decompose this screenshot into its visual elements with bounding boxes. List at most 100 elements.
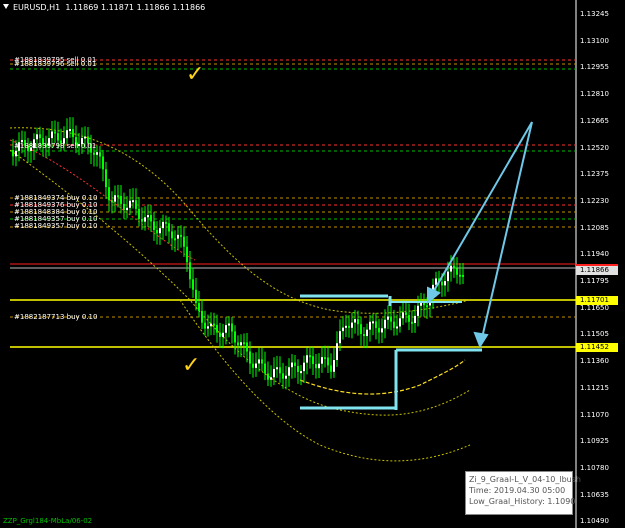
candle-body	[225, 325, 227, 333]
candle-body	[249, 351, 251, 364]
candle-body	[123, 203, 125, 211]
candle-body	[453, 265, 455, 269]
candle-body	[234, 331, 236, 343]
price-chart[interactable]	[0, 0, 625, 528]
candle-body	[387, 316, 389, 320]
candle-body	[192, 279, 194, 290]
chart-window[interactable]: EURUSD,H1 1.11869 1.11871 1.11866 1.1186…	[0, 0, 625, 528]
candle-body	[375, 321, 377, 328]
candle-body	[282, 373, 284, 379]
candle-body	[330, 365, 332, 372]
candle-body	[372, 321, 374, 324]
order-label[interactable]: #1881839796 sell 0.01	[14, 60, 96, 68]
candle-body	[111, 200, 113, 203]
price-axis-label: 1.10490	[580, 517, 609, 526]
candle-body	[288, 367, 290, 376]
candle-body	[390, 316, 392, 322]
candle-body	[204, 322, 206, 329]
candle-body	[135, 200, 137, 209]
candle-body	[219, 332, 221, 337]
chart-header: EURUSD,H1 1.11869 1.11871 1.11866 1.1186…	[3, 3, 205, 12]
candle-body	[405, 312, 407, 316]
order-label[interactable]: #1881839798 sell 0.01	[14, 142, 96, 150]
checkmark-icon: ✓	[182, 353, 201, 378]
candle-body	[186, 246, 188, 263]
candle-body	[216, 324, 218, 333]
candle-body	[105, 169, 107, 188]
candle-body	[69, 129, 71, 132]
candle-body	[285, 375, 287, 379]
candle-body	[159, 228, 161, 234]
chevron-down-icon[interactable]	[3, 4, 9, 9]
candle-body	[351, 322, 353, 328]
candle-body	[57, 133, 59, 141]
candle-body	[183, 236, 185, 247]
candle-body	[246, 342, 248, 352]
candle-body	[354, 319, 356, 323]
candle-body	[99, 152, 101, 157]
candle-body	[414, 315, 416, 324]
candle-body	[180, 234, 182, 237]
candle-body	[165, 221, 167, 224]
price-axis-label: 1.11360	[580, 357, 609, 366]
price-axis-label: 1.10780	[580, 463, 609, 472]
candle-body	[39, 134, 41, 139]
candle-body	[129, 200, 131, 208]
candle-body	[417, 305, 419, 316]
candle-body	[201, 310, 203, 323]
candle-body	[291, 362, 293, 368]
candle-body	[261, 359, 263, 364]
candle-body	[357, 319, 359, 325]
candle-body	[315, 364, 317, 369]
checkmark-icon: ✓	[186, 62, 205, 87]
candle-body	[237, 342, 239, 346]
candle-body	[411, 321, 413, 324]
candle-body	[195, 289, 197, 304]
candle-body	[366, 329, 368, 337]
candle-body	[258, 359, 260, 364]
candle-body	[279, 367, 281, 374]
price-axis-label: 1.12955	[580, 63, 609, 72]
candle-body	[168, 223, 170, 232]
price-axis-label: 1.10925	[580, 437, 609, 446]
price-axis-label: 1.11505	[580, 330, 609, 339]
candle-body	[12, 150, 14, 157]
candle-body	[189, 262, 191, 280]
candle-body	[243, 342, 245, 345]
price-axis-label: 1.11795	[580, 277, 609, 285]
price-axis-label: 1.13245	[580, 10, 609, 18]
candle-body	[297, 366, 299, 372]
price-axis-label: 1.12085	[580, 223, 609, 232]
candle-body	[114, 195, 116, 202]
candle-body	[348, 325, 350, 328]
candle-body	[459, 274, 461, 277]
candle-body	[336, 343, 338, 361]
candle-body	[51, 131, 53, 139]
candle-body	[393, 321, 395, 328]
candle-body	[102, 156, 104, 170]
level-tag-2: 1.11452	[576, 343, 618, 352]
candle-body	[333, 360, 335, 372]
candles	[12, 117, 464, 390]
candle-body	[360, 324, 362, 335]
candle-body	[300, 371, 302, 374]
current-price-tag: 1.11866	[576, 266, 618, 275]
price-axis-label: 1.12375	[580, 170, 609, 179]
indicator-footer: ZZP_Grgl184-MbLa/06-02	[3, 517, 93, 525]
candle-body	[255, 363, 257, 368]
order-label[interactable]: #1881849357 buy 0.10	[14, 222, 97, 230]
candle-body	[267, 373, 269, 380]
candle-body	[276, 367, 278, 370]
price-axis-label: 1.12520	[580, 143, 609, 152]
candle-body	[270, 377, 272, 380]
price-axis-label: 1.12230	[580, 196, 609, 205]
candle-body	[108, 187, 110, 201]
tooltip-value: Low_Graal_History: 1.1090	[469, 497, 576, 506]
candle-body	[342, 327, 344, 332]
order-label[interactable]: #1882187713 buy 0.10	[14, 313, 97, 321]
indicator-tooltip: Zi_9_Graal-L_V_04-10_lbush Time: 2019.04…	[465, 471, 581, 515]
candle-body	[198, 303, 200, 311]
candle-body	[435, 278, 437, 285]
candle-body	[384, 319, 386, 329]
candle-body	[156, 229, 158, 234]
